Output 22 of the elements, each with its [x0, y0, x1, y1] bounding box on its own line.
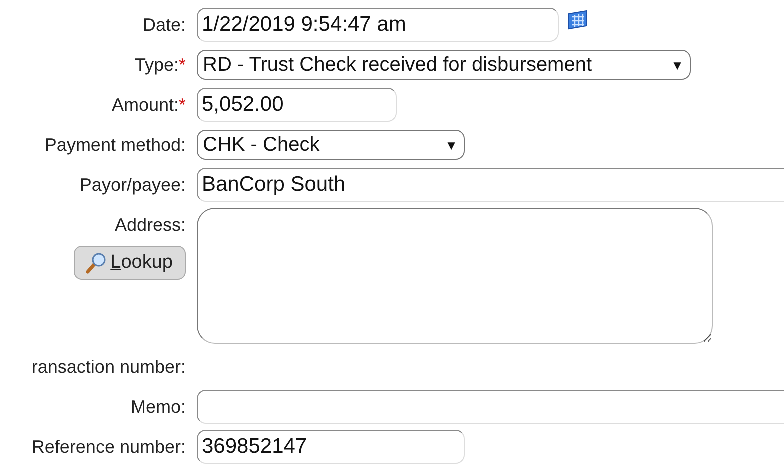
dropdown[interactable]: RD - Trust Check received for disbursement ▼ — [197, 50, 691, 80]
date-field[interactable]: 1/22/2019 9:54:47 am — [197, 8, 559, 42]
input-field[interactable]: 5,052.00 — [197, 88, 397, 122]
field-label: ransaction number: — [32, 356, 186, 379]
input-field[interactable]: BanCorp South — [197, 168, 784, 202]
field-label: Amount:* — [112, 94, 186, 117]
search-icon — [84, 252, 107, 274]
field-label: Payor/payee: — [80, 174, 186, 197]
address-field[interactable] — [197, 208, 713, 344]
dropdown-arrow-icon: ▼ — [671, 58, 684, 72]
field-label: Address: — [114, 214, 186, 237]
field-label: Reference number: — [32, 436, 186, 459]
field-label: Type:* — [134, 54, 186, 77]
field-label: Memo: — [130, 396, 186, 419]
calendar-icon[interactable] — [567, 10, 589, 30]
field-label: Payment method: — [44, 134, 186, 157]
input-field[interactable] — [197, 390, 784, 424]
dropdown-arrow-icon: ▼ — [445, 138, 458, 152]
field-label: Date: — [142, 14, 186, 37]
dropdown[interactable]: CHK - Check ▼ — [197, 130, 465, 160]
input-field[interactable]: 369852147 — [197, 430, 465, 464]
lookup-button[interactable]: Lookup — [74, 246, 186, 280]
